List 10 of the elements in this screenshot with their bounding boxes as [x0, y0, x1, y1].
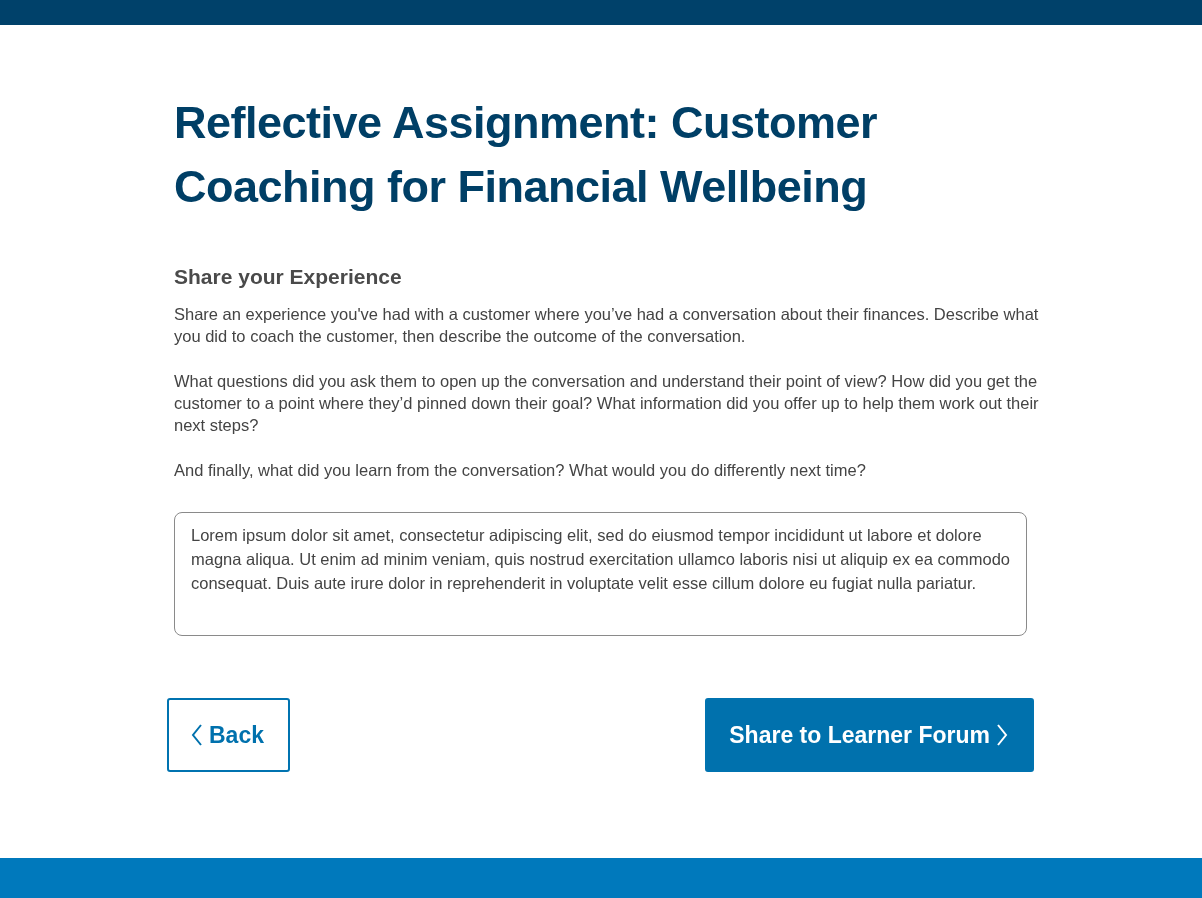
back-button[interactable]: Back: [167, 698, 290, 772]
instruction-paragraph: Share an experience you've had with a customer where you’ve had a conversation about their finances. Describe what you did to coach the customer, then describe the outcome of the conversation.: [174, 304, 1040, 347]
chevron-right-icon: [996, 724, 1008, 746]
instruction-paragraph: And finally, what did you learn from the conversation? What would you do differently next time?: [174, 460, 867, 481]
share-button[interactable]: Share to Learner Forum: [705, 698, 1034, 772]
instruction-paragraph: What questions did you ask them to open up the conversation and understand their point of view? How did you get the customer to a point where they’d pinned down their goal? What information did you offer up to help them work out their next steps?: [174, 371, 1040, 436]
chevron-left-icon: [191, 724, 203, 746]
section-heading: Share your Experience: [174, 265, 403, 289]
answer-box[interactable]: Lorem ipsum dolor sit amet, consectetur adipiscing elit, sed do eiusmod tempor incididunt ut labore et dolore magna aliqua. Ut enim ad minim veniam, quis nostrud exercitation ullamco laboris nisi ut aliquip ex ea commodo consequat. Duis aute irure dolor in reprehenderit in voluptate velit esse cillum dolore eu fugiat nulla pariatur.: [174, 512, 1027, 636]
page-title: Reflective Assignment: Customer Coaching for Financial Wellbeing: [174, 96, 878, 214]
